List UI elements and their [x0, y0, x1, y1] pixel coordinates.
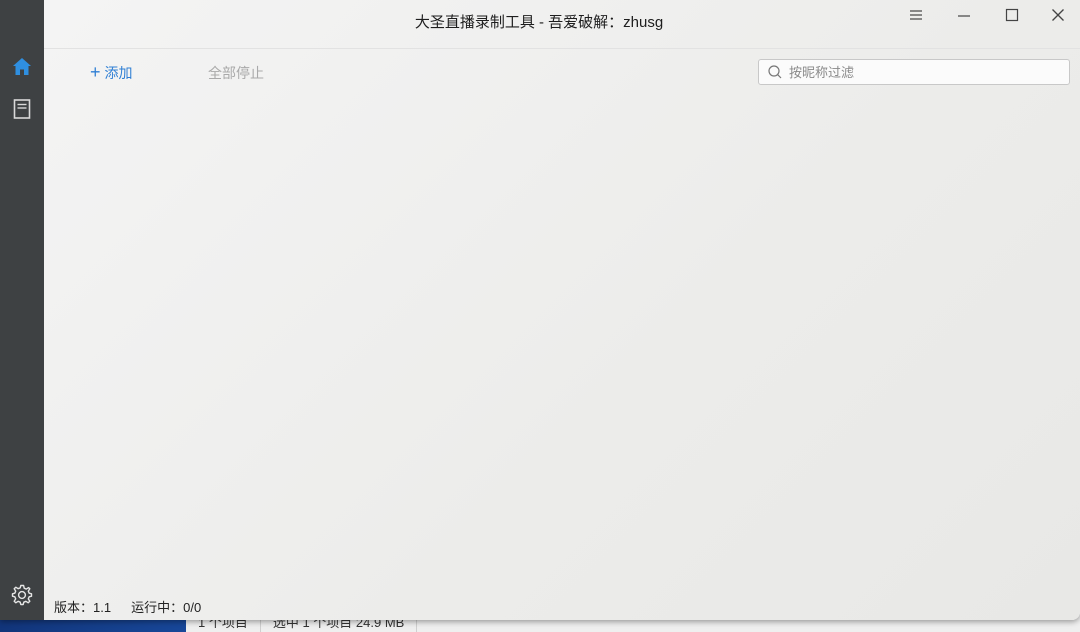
app-window: 大圣直播录制工具 - 吾爱破解：zhusg + 添加 全部停止 按昵称过滤 版本…	[0, 0, 1080, 620]
window-title: 大圣直播录制工具 - 吾爱破解：zhusg	[414, 14, 664, 31]
log-icon	[13, 99, 31, 119]
close-button[interactable]	[1038, 2, 1078, 28]
plus-icon: +	[90, 62, 101, 82]
gear-icon	[11, 584, 33, 606]
menu-button[interactable]	[896, 2, 936, 28]
sidebar-item-home[interactable]	[6, 51, 38, 83]
search-input[interactable]	[787, 61, 1061, 83]
running-value: 0/0	[183, 599, 202, 615]
running-info: 运行中：0/0	[131, 597, 201, 616]
running-label: 运行中：	[131, 599, 184, 615]
search-icon	[763, 60, 787, 84]
toolbar: + 添加 全部停止	[44, 48, 1080, 98]
stop-all-button[interactable]: 全部停止	[208, 62, 264, 84]
title-bar[interactable]: 大圣直播录制工具 - 吾爱破解：zhusg	[44, 0, 1080, 49]
add-button[interactable]: + 添加	[90, 62, 133, 84]
recording-list-area	[44, 98, 1080, 588]
hamburger-menu-icon	[910, 10, 922, 20]
sidebar-item-records[interactable]	[6, 93, 38, 125]
version-value: 1.1	[93, 599, 112, 615]
sidebar	[0, 0, 44, 620]
version-label: 版本：	[54, 599, 94, 615]
version-info: 版本：1.1	[54, 597, 111, 616]
status-bar: 版本：1.1 运行中：0/0	[44, 592, 1080, 620]
sidebar-item-settings[interactable]	[6, 579, 38, 611]
main-panel: 大圣直播录制工具 - 吾爱破解：zhusg + 添加 全部停止 按昵称过滤 版本…	[44, 0, 1080, 620]
close-icon	[1052, 9, 1064, 21]
maximize-icon	[1005, 8, 1019, 22]
minimize-icon	[958, 15, 970, 17]
search-box[interactable]	[758, 59, 1070, 85]
maximize-button[interactable]	[992, 2, 1032, 28]
screen: 1 个项目 选中 1 个项目 24.9 MB 大圣直播录制工具 - 吾爱破解：z…	[0, 0, 1080, 632]
home-icon	[13, 58, 31, 75]
minimize-button[interactable]	[944, 2, 984, 28]
add-button-label: 添加	[104, 65, 133, 81]
